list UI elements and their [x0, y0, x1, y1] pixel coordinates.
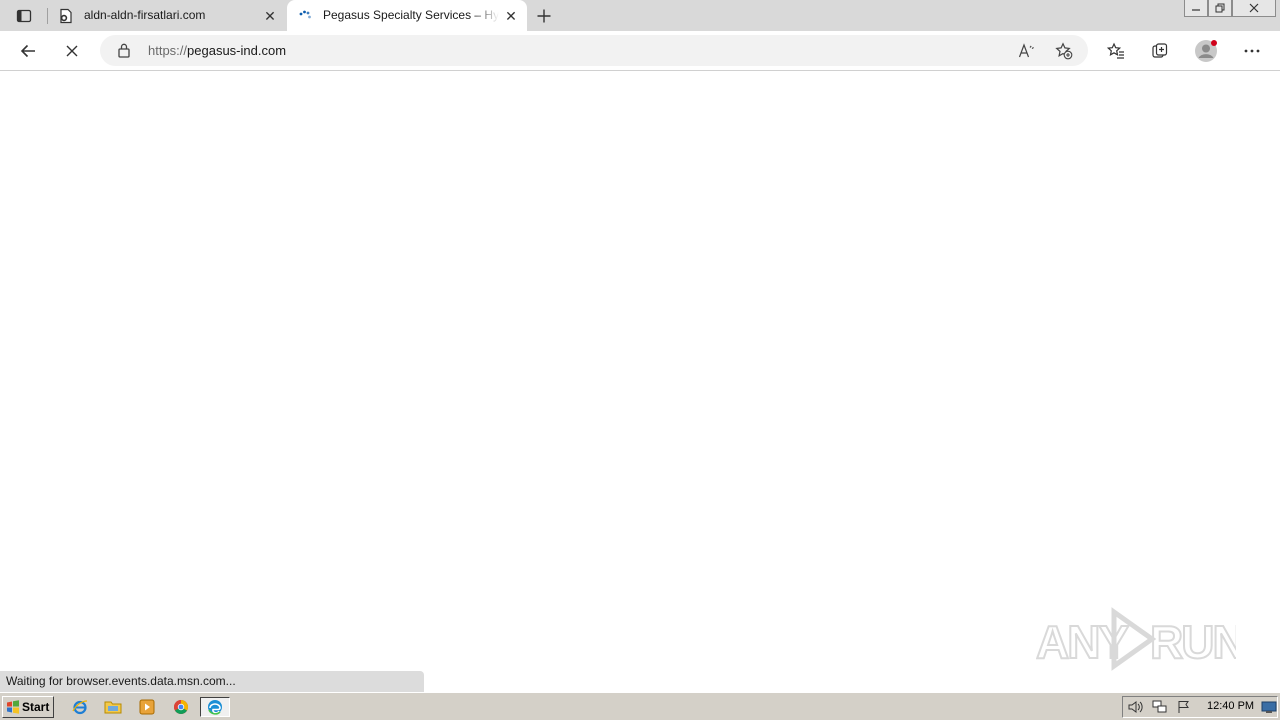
- volume-icon[interactable]: [1127, 699, 1145, 715]
- address-bar[interactable]: https://pegasus-ind.com: [100, 35, 1088, 66]
- lock-icon[interactable]: [116, 42, 132, 58]
- system-tray: 12:40 PM: [1122, 696, 1278, 718]
- back-button[interactable]: [12, 35, 44, 67]
- settings-more-button[interactable]: [1236, 35, 1268, 67]
- folder-icon[interactable]: [102, 697, 124, 717]
- star-plus-icon: [1055, 42, 1073, 60]
- tab-pegasus-active[interactable]: Pegasus Specialty Services – Hydr ✕: [287, 0, 527, 31]
- status-bar: Waiting for browser.events.data.msn.com.…: [0, 671, 424, 692]
- close-icon: [1249, 3, 1259, 13]
- collections-icon: [1152, 43, 1168, 58]
- back-arrow-icon: [20, 44, 35, 58]
- tab-actions-icon: [16, 9, 32, 23]
- plus-icon: [537, 9, 551, 23]
- taskbar: Start 12:40 PM: [0, 692, 1280, 720]
- page-content: [0, 71, 1280, 692]
- action-center-flag-icon[interactable]: [1175, 699, 1193, 715]
- profile-button[interactable]: [1190, 35, 1222, 67]
- internet-explorer-icon[interactable]: [69, 697, 91, 717]
- collections-button[interactable]: [1144, 35, 1176, 67]
- close-window-button[interactable]: [1232, 0, 1276, 17]
- loading-spinner-icon: [297, 8, 313, 24]
- restore-button[interactable]: [1208, 0, 1232, 17]
- tab-actions-menu-button[interactable]: [8, 4, 40, 28]
- start-button[interactable]: Start: [2, 696, 54, 718]
- edge-icon[interactable]: [200, 697, 230, 717]
- network-icon[interactable]: [1151, 699, 1169, 715]
- stop-icon: [66, 45, 78, 57]
- url-text[interactable]: https://pegasus-ind.com: [148, 43, 286, 58]
- browser-toolbar: https://pegasus-ind.com: [0, 31, 1280, 71]
- close-tab-icon[interactable]: ✕: [503, 8, 519, 24]
- windows-logo-icon: [7, 700, 19, 714]
- url-protocol: https://: [148, 43, 188, 58]
- tab-aldn-firsatlari[interactable]: aldn-aldn-firsatlari.com ✕: [48, 0, 286, 31]
- stop-loading-button[interactable]: [56, 35, 88, 67]
- media-player-icon[interactable]: [136, 697, 158, 717]
- read-aloud-button[interactable]: [1014, 38, 1040, 64]
- new-tab-button[interactable]: [531, 3, 557, 29]
- svg-text:RUN: RUN: [1150, 616, 1236, 668]
- avatar: [1195, 40, 1217, 62]
- tab-title: aldn-aldn-firsatlari.com: [84, 8, 206, 22]
- favorites-icon: [1107, 42, 1124, 59]
- add-favorite-button[interactable]: [1051, 38, 1077, 64]
- tab-strip: aldn-aldn-firsatlari.com ✕ Pegasus Speci…: [0, 0, 1280, 31]
- clock[interactable]: 12:40 PM: [1207, 700, 1254, 712]
- url-host: pegasus-ind.com: [187, 43, 287, 58]
- start-label: Start: [22, 700, 50, 714]
- minimize-button[interactable]: [1184, 0, 1208, 17]
- close-tab-icon[interactable]: ✕: [262, 8, 278, 24]
- read-aloud-icon: [1018, 43, 1034, 58]
- tab-title: Pegasus Specialty Services – Hydr: [323, 8, 499, 22]
- favorites-button[interactable]: [1100, 35, 1132, 67]
- more-icon: [1244, 49, 1260, 53]
- restore-icon: [1215, 3, 1225, 13]
- chrome-icon[interactable]: [170, 697, 192, 717]
- minimize-icon: [1192, 9, 1200, 11]
- page-icon: [58, 8, 74, 24]
- show-desktop-icon[interactable]: [1258, 697, 1280, 717]
- anyrun-watermark: ANY RUN: [1035, 606, 1247, 672]
